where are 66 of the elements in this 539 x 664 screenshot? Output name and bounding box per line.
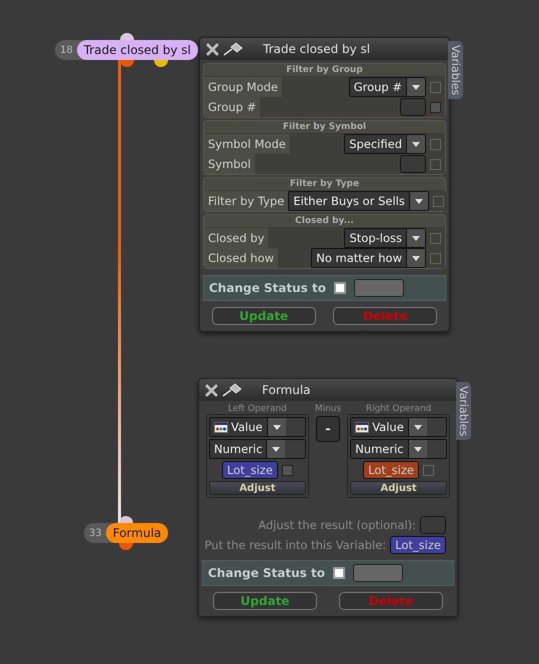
- operand-heading: Left Operand: [227, 404, 288, 414]
- connector-port[interactable]: [120, 33, 134, 40]
- connector-port[interactable]: [154, 60, 168, 67]
- dropdown[interactable]: No matter how: [311, 248, 426, 268]
- caret-icon: [414, 446, 422, 452]
- operator-button[interactable]: -: [316, 416, 340, 442]
- operand-heading: Right Operand: [364, 404, 432, 414]
- window-title: Formula: [262, 383, 311, 397]
- pin-icon[interactable]: [223, 42, 243, 56]
- caret-icon: [414, 424, 422, 430]
- node-pill[interactable]: 18 Trade closed by sl: [55, 40, 198, 60]
- variable-chip[interactable]: Lot_size: [363, 461, 419, 479]
- variable-chip[interactable]: Lot_size: [222, 461, 278, 479]
- dropdown[interactable]: Numeric: [350, 439, 447, 459]
- checkbox[interactable]: [423, 464, 434, 476]
- dropdown[interactable]: Either Buys or Sells: [288, 191, 429, 211]
- adjust-button[interactable]: Adjust: [350, 481, 447, 495]
- caret-icon: [412, 236, 420, 240]
- status-checkbox[interactable]: [332, 567, 345, 579]
- node-pill[interactable]: 33 Formula: [84, 523, 168, 543]
- status-field[interactable]: [352, 564, 403, 582]
- caret-icon: [272, 446, 280, 452]
- row-label: Filter by Type: [204, 191, 288, 211]
- operator-heading: Minus: [314, 404, 342, 414]
- adjust-button[interactable]: Adjust: [209, 481, 306, 495]
- checkbox[interactable]: [430, 158, 441, 170]
- dropdown[interactable]: Numeric: [209, 439, 306, 459]
- status-label: Change Status to: [208, 566, 325, 580]
- connector-port[interactable]: [119, 516, 133, 523]
- input-field[interactable]: [400, 98, 426, 116]
- dropdown[interactable]: Group #: [348, 77, 426, 97]
- status-label: Change Status to: [209, 281, 326, 295]
- caret-icon: [412, 256, 420, 260]
- variables-tab[interactable]: Variables: [448, 41, 463, 100]
- value-icon: [355, 422, 370, 432]
- checkbox[interactable]: [430, 252, 441, 264]
- variables-tab[interactable]: Variables: [456, 382, 471, 440]
- result-label: Put the result into this Variable:: [204, 538, 386, 552]
- close-icon[interactable]: [205, 384, 218, 396]
- value-icon: [214, 422, 228, 432]
- dropdown[interactable]: Value: [209, 417, 306, 437]
- caret-icon: [414, 198, 423, 204]
- window-title: Trade closed by sl: [263, 42, 370, 56]
- checkbox[interactable]: [432, 196, 444, 206]
- status-checkbox[interactable]: [334, 282, 346, 294]
- checkbox[interactable]: [430, 102, 441, 112]
- input-field[interactable]: [420, 516, 446, 534]
- update-button[interactable]: Update: [213, 592, 317, 610]
- adjust-label: Adjust the result (optional):: [258, 518, 416, 532]
- caret-icon: [272, 424, 281, 430]
- update-button[interactable]: Update: [212, 307, 316, 325]
- caret-icon: [412, 84, 420, 90]
- close-icon[interactable]: [206, 42, 219, 56]
- caret-icon: [412, 142, 420, 146]
- checkbox[interactable]: [430, 82, 441, 92]
- dropdown[interactable]: Value: [350, 417, 447, 437]
- variable-chip[interactable]: Lot_size: [390, 536, 446, 554]
- checkbox[interactable]: [430, 138, 441, 150]
- dropdown[interactable]: Stop-loss: [344, 228, 426, 248]
- checkbox[interactable]: [282, 464, 293, 476]
- row-label: Group #: [204, 97, 260, 117]
- status-field[interactable]: [354, 279, 404, 297]
- dropdown[interactable]: Specified: [344, 134, 426, 154]
- input-field[interactable]: [400, 155, 426, 173]
- checkbox[interactable]: [430, 232, 441, 244]
- pin-icon[interactable]: [222, 383, 242, 397]
